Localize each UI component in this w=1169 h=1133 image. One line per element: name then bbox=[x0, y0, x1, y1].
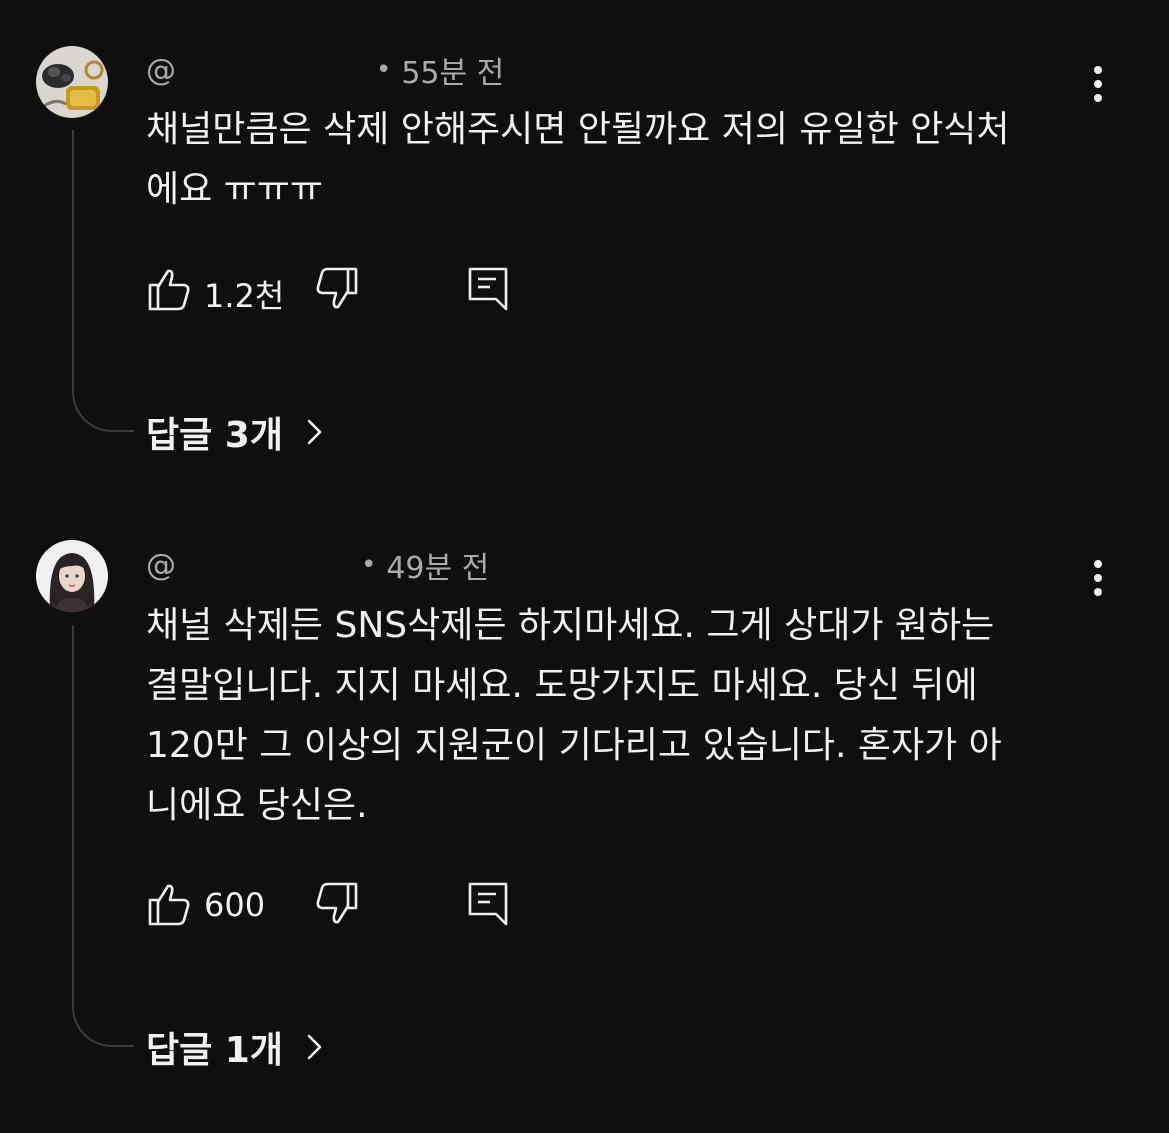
comment-meta: @ • 55분 전 bbox=[146, 50, 505, 92]
reply-button[interactable] bbox=[464, 880, 512, 928]
author-handle[interactable]: @ bbox=[146, 53, 176, 88]
comment-meta: @ • 49분 전 bbox=[146, 545, 490, 587]
dislike-button[interactable] bbox=[312, 880, 360, 928]
more-options-button[interactable] bbox=[1078, 554, 1118, 602]
author-handle[interactable]: @ bbox=[146, 548, 176, 583]
comment-text: 채널만큼은 삭제 안해주시면 안될까요 저의 유일한 안식처 에요 ㅠㅠㅠ bbox=[146, 109, 1010, 210]
chevron-right-icon bbox=[307, 419, 322, 445]
dislike-button[interactable] bbox=[312, 265, 360, 313]
avatar[interactable] bbox=[36, 540, 108, 612]
comment-actions: 600 bbox=[146, 880, 546, 930]
like-button[interactable] bbox=[146, 880, 194, 928]
view-replies-button[interactable]: 답글 1개 bbox=[146, 1022, 327, 1072]
redacted-username bbox=[176, 550, 361, 580]
comment-time: 49분 전 bbox=[386, 551, 490, 586]
view-replies-button[interactable]: 답글 3개 bbox=[146, 407, 327, 457]
reply-comment-icon bbox=[468, 267, 508, 311]
thumbs-up-icon bbox=[148, 884, 190, 926]
thumbs-down-icon bbox=[316, 267, 358, 309]
replies-label: 답글 1개 bbox=[146, 1030, 283, 1071]
thumbs-up-icon bbox=[148, 269, 190, 311]
replies-label: 답글 3개 bbox=[146, 415, 283, 456]
reply-thread-line bbox=[72, 130, 134, 432]
comment-2: @ • 49분 전 채널 삭제든 SNS삭제든 하지마세요. 그게 상대가 원하… bbox=[0, 520, 1169, 1120]
reply-thread-line bbox=[72, 625, 134, 1047]
more-vertical-icon bbox=[1094, 66, 1102, 74]
keychain-avatar-icon bbox=[36, 46, 108, 118]
redacted-username bbox=[176, 55, 376, 85]
like-count: 600 bbox=[204, 886, 266, 924]
like-button[interactable] bbox=[146, 265, 194, 313]
comment-time: 55분 전 bbox=[401, 56, 505, 91]
separator-dot: • bbox=[376, 55, 392, 85]
reply-comment-icon bbox=[468, 882, 508, 926]
avatar[interactable] bbox=[36, 46, 108, 118]
thumbs-down-icon bbox=[316, 882, 358, 924]
separator-dot: • bbox=[361, 550, 377, 580]
like-count: 1.2천 bbox=[204, 277, 285, 315]
reply-button[interactable] bbox=[464, 265, 512, 313]
comment-1: @ • 55분 전 채널만큼은 삭제 안해주시면 안될까요 저의 유일한 안식처… bbox=[0, 0, 1169, 500]
more-vertical-icon bbox=[1094, 560, 1102, 568]
chevron-right-icon bbox=[307, 1034, 322, 1060]
woman-portrait-avatar-icon bbox=[36, 540, 108, 612]
comment-actions: 1.2천 bbox=[146, 265, 546, 315]
comment-text: 채널 삭제든 SNS삭제든 하지마세요. 그게 상대가 원하는 결말입니다. 지… bbox=[146, 605, 1002, 826]
